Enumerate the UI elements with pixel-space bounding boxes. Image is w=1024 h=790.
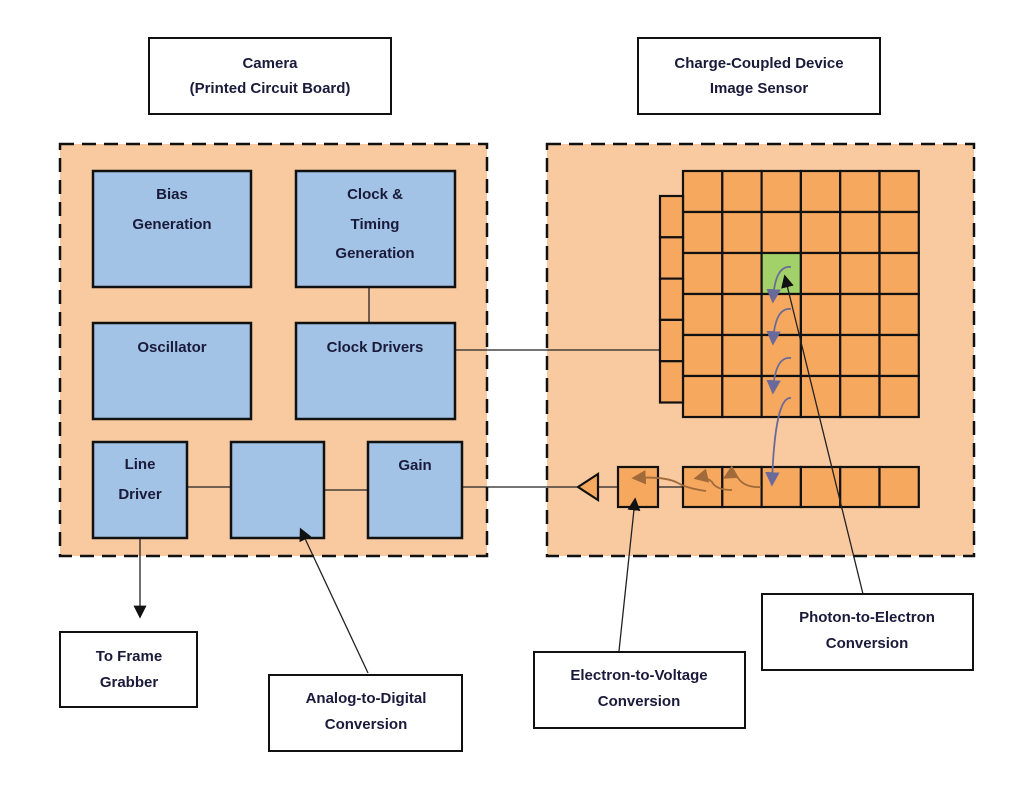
frame-grabber-label-2: Grabber [100, 674, 159, 691]
pixel-cell [721, 374, 763, 419]
vertical-register-cell [658, 194, 685, 239]
serial-register-cell [799, 465, 842, 509]
p-to-e-label-1: Photon-to-Electron [799, 609, 935, 626]
adc-callout-label-2: Conversion [325, 716, 408, 733]
pixel-cell [721, 292, 763, 337]
serial-register-cell [878, 465, 920, 509]
serial-register-cell [839, 465, 881, 509]
frame-grabber-callout: To Frame Grabber [59, 631, 198, 708]
pixel-cell [760, 374, 802, 419]
pixel-cell [799, 169, 842, 214]
adc-callout: Analog-to-Digital Conversion [268, 674, 463, 752]
adc-block [229, 440, 326, 540]
clock-drivers-block: Clock Drivers [294, 321, 457, 421]
pixel-cell [839, 169, 881, 214]
pixel-cell [839, 251, 881, 296]
clock-timing-block: Clock & Timing Generation [294, 169, 457, 289]
pixel-cell [878, 333, 920, 378]
pixel-cell [721, 210, 763, 255]
pixel-cell [760, 292, 802, 337]
gain-label: Gain [398, 457, 431, 474]
pixel-cell [760, 333, 802, 378]
p-to-e-callout: Photon-to-Electron Conversion [761, 593, 974, 671]
p-to-e-label-2: Conversion [826, 635, 909, 652]
vertical-register-cell [658, 236, 685, 280]
pixel-cell [878, 292, 920, 337]
camera-title-box: Camera (Printed Circuit Board) [148, 37, 392, 115]
pixel-cell [681, 292, 724, 337]
pixel-cell [681, 251, 724, 296]
highlighted-pixel [760, 251, 802, 296]
clock-timing-label-1: Clock & [347, 186, 403, 203]
pixel-cell [799, 374, 842, 419]
pixel-cell [681, 210, 724, 255]
vertical-register-cell [658, 277, 685, 322]
oscillator-label: Oscillator [137, 339, 206, 356]
pixel-cell [681, 333, 724, 378]
pixel-cell [839, 374, 881, 419]
pixel-cell [721, 333, 763, 378]
clock-timing-label-2: Timing [351, 216, 400, 233]
pixel-cell [878, 251, 920, 296]
vertical-register-cell [658, 318, 685, 363]
e-to-v-label-1: Electron-to-Voltage [570, 667, 707, 684]
pixel-cell [799, 333, 842, 378]
pixel-cell [799, 292, 842, 337]
pixel-cell [799, 210, 842, 255]
pixel-cell [839, 210, 881, 255]
line-driver-block: Line Driver [91, 440, 189, 540]
pixel-cell [681, 374, 724, 419]
vertical-register-cell [658, 360, 685, 404]
e-to-v-label-2: Conversion [598, 693, 681, 710]
ccd-title-line2: Image Sensor [710, 80, 809, 97]
line-driver-label-1: Line [125, 456, 156, 473]
camera-title-line2: (Printed Circuit Board) [190, 80, 351, 97]
ccd-title-box: Charge-Coupled Device Image Sensor [637, 37, 881, 115]
adc-callout-label-1: Analog-to-Digital [306, 690, 427, 707]
pixel-cell [878, 374, 920, 419]
oscillator-block: Oscillator [91, 321, 253, 421]
gain-block: Gain [366, 440, 464, 540]
vertical-clock-register [658, 194, 685, 404]
pixel-array [681, 169, 920, 419]
pixel-cell [839, 292, 881, 337]
clock-timing-label-3: Generation [335, 245, 414, 262]
bias-generation-block: Bias Generation [91, 169, 253, 289]
pixel-cell [760, 169, 802, 214]
ccd-title-line1: Charge-Coupled Device [674, 55, 843, 72]
pixel-cell [681, 169, 724, 214]
e-to-v-callout: Electron-to-Voltage Conversion [533, 651, 746, 729]
clock-drivers-label: Clock Drivers [327, 339, 424, 356]
pixel-cell [721, 251, 763, 296]
line-driver-label-2: Driver [118, 486, 162, 503]
pixel-cell [799, 251, 842, 296]
pixel-cell [721, 169, 763, 214]
bias-label-1: Bias [156, 186, 188, 203]
pixel-cell [878, 210, 920, 255]
pixel-cell [839, 333, 881, 378]
pixel-cell [760, 210, 802, 255]
pixel-cell [878, 169, 920, 214]
output-node [616, 465, 660, 509]
frame-grabber-label-1: To Frame [96, 648, 162, 665]
bias-label-2: Generation [132, 216, 211, 233]
camera-title-line1: Camera [242, 55, 298, 72]
serial-register-cell [760, 465, 802, 509]
ccd-camera-diagram: Camera (Printed Circuit Board) Charge-Co… [58, 37, 976, 752]
